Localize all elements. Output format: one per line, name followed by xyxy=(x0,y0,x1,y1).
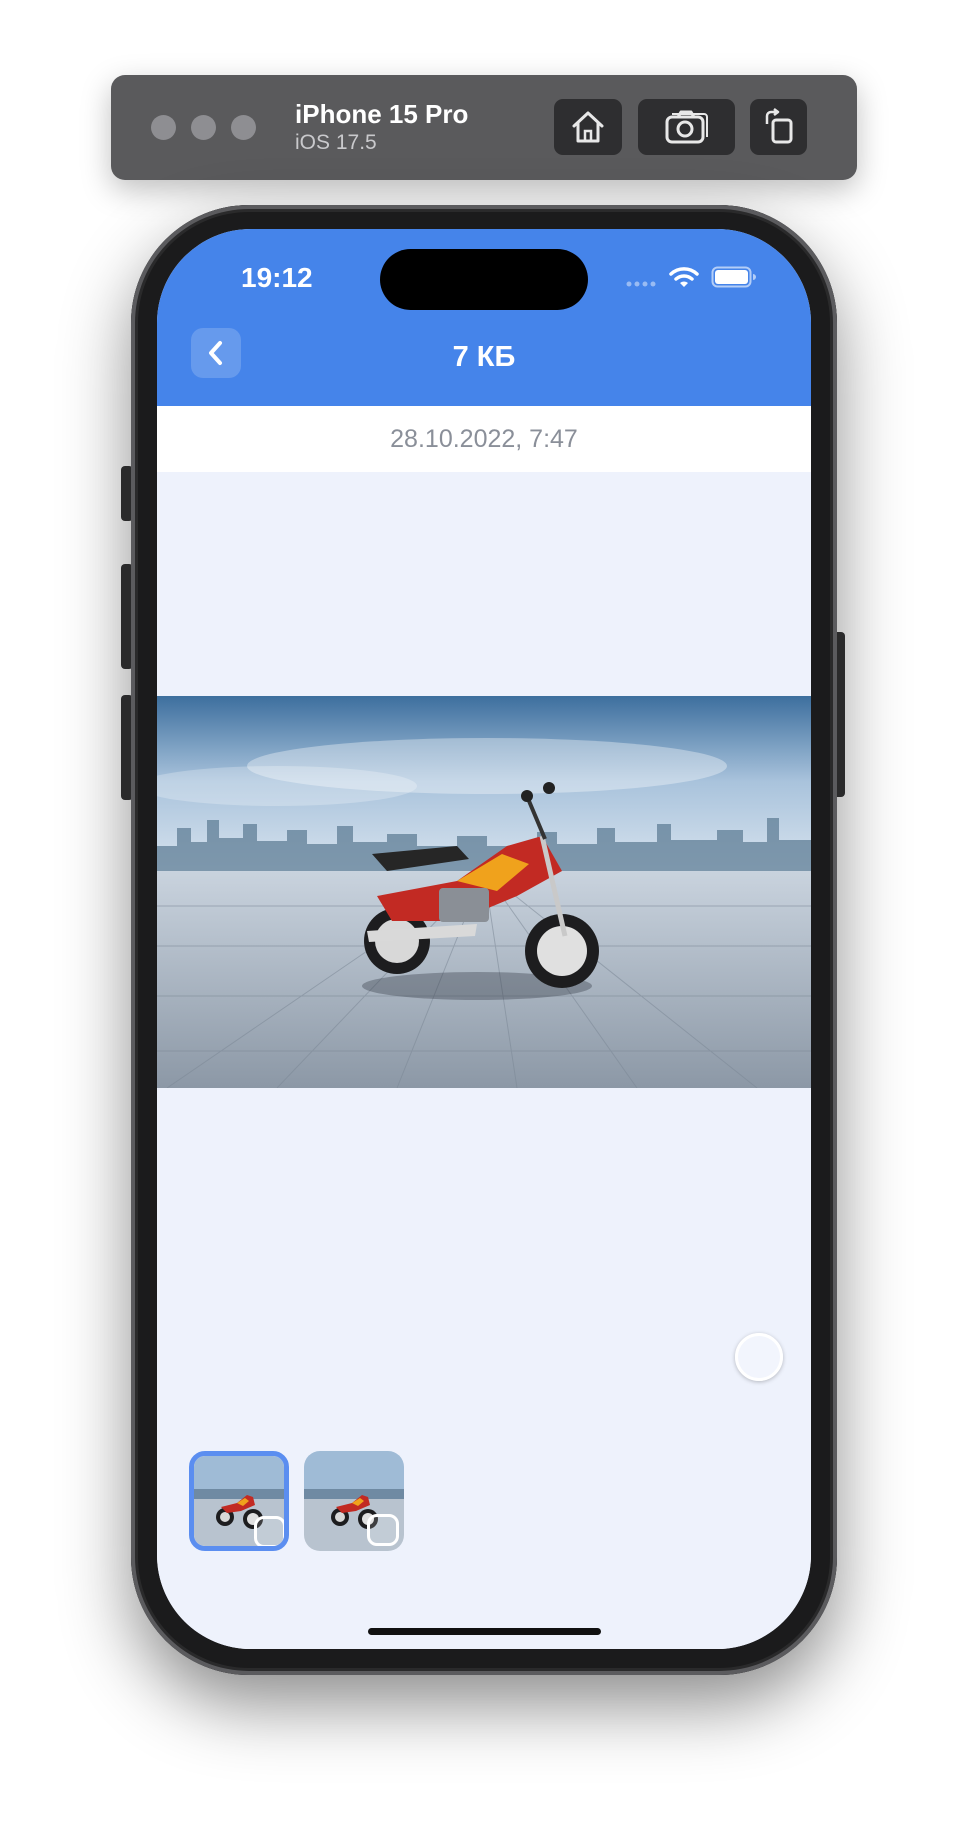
motorcycle-photo xyxy=(157,696,811,1088)
window-zoom-dot[interactable] xyxy=(231,115,256,140)
home-icon xyxy=(572,111,604,143)
thumbnail-2[interactable] xyxy=(304,1451,404,1551)
os-version: iOS 17.5 xyxy=(295,131,377,154)
wifi-icon xyxy=(669,267,699,287)
camera-icon xyxy=(665,110,708,144)
dynamic-island xyxy=(380,249,588,310)
thumbnail-1[interactable] xyxy=(189,1451,289,1551)
screenshot-button[interactable] xyxy=(638,99,735,155)
simulator-toolbar: iPhone 15 Pro iOS 17.5 xyxy=(111,75,857,180)
page-title: 7 КБ xyxy=(452,341,516,373)
rotate-icon xyxy=(765,108,792,144)
main-photo[interactable] xyxy=(157,696,811,1088)
phone-screen: 19:12 7 КБ 28.10.2022, 7:47 xyxy=(157,229,811,1649)
signal-icon xyxy=(626,281,656,287)
thumbnail-checkbox[interactable] xyxy=(367,1514,399,1546)
home-button[interactable] xyxy=(554,99,622,155)
select-toggle-button[interactable] xyxy=(735,1333,783,1381)
window-minimize-dot[interactable] xyxy=(191,115,216,140)
window-close-dot[interactable] xyxy=(151,115,176,140)
app-header: 19:12 7 КБ xyxy=(157,229,811,406)
home-indicator[interactable] xyxy=(368,1628,601,1635)
device-name: iPhone 15 Pro xyxy=(295,99,469,129)
status-time: 19:12 xyxy=(241,262,313,293)
photo-date: 28.10.2022, 7:47 xyxy=(390,425,578,453)
battery-icon xyxy=(711,266,756,288)
rotate-button[interactable] xyxy=(750,99,807,155)
thumbnail-checkbox[interactable] xyxy=(254,1516,284,1546)
